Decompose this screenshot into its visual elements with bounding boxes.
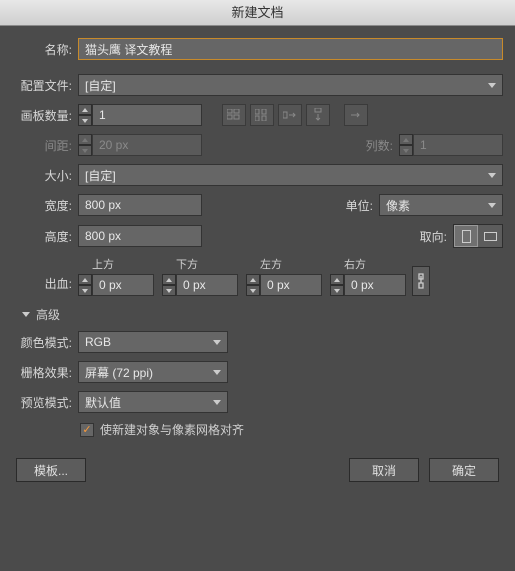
color-mode-label: 颜色模式: bbox=[6, 334, 78, 351]
name-field[interactable] bbox=[78, 38, 503, 60]
orientation-portrait-button[interactable] bbox=[454, 225, 478, 247]
arrange-row-rtl-icon[interactable] bbox=[278, 104, 302, 126]
spacing-label: 间距: bbox=[6, 137, 78, 154]
bleed-left-label: 左方 bbox=[246, 256, 322, 272]
advanced-label: 高级 bbox=[36, 306, 60, 323]
chevron-down-icon bbox=[213, 340, 221, 345]
align-pixel-grid-label: 使新建对象与像素网格对齐 bbox=[100, 421, 244, 438]
columns-stepper bbox=[399, 134, 413, 156]
preview-mode-value: 默认值 bbox=[85, 394, 121, 411]
bleed-right-field[interactable] bbox=[344, 274, 406, 296]
units-label: 单位: bbox=[346, 197, 379, 214]
preview-mode-label: 预览模式: bbox=[6, 394, 78, 411]
cancel-button[interactable]: 取消 bbox=[349, 458, 419, 482]
bleed-bottom-label: 下方 bbox=[162, 256, 238, 272]
profile-label: 配置文件: bbox=[6, 77, 78, 94]
dialog-title: 新建文档 bbox=[0, 0, 515, 26]
spacing-field bbox=[92, 134, 202, 156]
height-field[interactable] bbox=[78, 225, 202, 247]
advanced-toggle[interactable]: 高级 bbox=[22, 306, 509, 323]
bleed-top-field[interactable] bbox=[92, 274, 154, 296]
chevron-down-icon bbox=[488, 173, 496, 178]
spacing-stepper bbox=[78, 134, 92, 156]
artboard-count-label: 画板数量: bbox=[6, 107, 78, 124]
bleed-top-stepper[interactable] bbox=[78, 274, 92, 296]
size-label: 大小: bbox=[6, 167, 78, 184]
height-label: 高度: bbox=[6, 228, 78, 245]
orientation-landscape-button[interactable] bbox=[478, 225, 502, 247]
chevron-down-icon bbox=[488, 83, 496, 88]
bleed-label: 出血: bbox=[6, 275, 78, 296]
chevron-down-icon bbox=[213, 400, 221, 405]
chevron-down-icon bbox=[213, 370, 221, 375]
bleed-left-field[interactable] bbox=[260, 274, 322, 296]
raster-effect-label: 栅格效果: bbox=[6, 364, 78, 381]
artboard-count-field[interactable] bbox=[92, 104, 202, 126]
bleed-top-label: 上方 bbox=[78, 256, 154, 272]
orientation-label: 取向: bbox=[420, 228, 453, 245]
template-button[interactable]: 模板... bbox=[16, 458, 86, 482]
units-value: 像素 bbox=[386, 197, 410, 214]
color-mode-value: RGB bbox=[85, 335, 111, 349]
units-select[interactable]: 像素 bbox=[379, 194, 503, 216]
columns-label: 列数: bbox=[366, 137, 399, 154]
bleed-right-stepper[interactable] bbox=[330, 274, 344, 296]
width-field[interactable] bbox=[78, 194, 202, 216]
columns-field bbox=[413, 134, 503, 156]
bleed-bottom-stepper[interactable] bbox=[162, 274, 176, 296]
width-label: 宽度: bbox=[6, 197, 78, 214]
color-mode-select[interactable]: RGB bbox=[78, 331, 228, 353]
arrange-ltr-icon[interactable] bbox=[344, 104, 368, 126]
arrange-grid-col-icon[interactable] bbox=[250, 104, 274, 126]
raster-effect-value: 屏幕 (72 ppi) bbox=[85, 364, 153, 381]
name-label: 名称: bbox=[6, 41, 78, 58]
bleed-bottom-field[interactable] bbox=[176, 274, 238, 296]
chevron-down-icon bbox=[488, 203, 496, 208]
bleed-right-label: 右方 bbox=[330, 256, 406, 272]
size-value: [自定] bbox=[85, 167, 116, 184]
raster-effect-select[interactable]: 屏幕 (72 ppi) bbox=[78, 361, 228, 383]
ok-button[interactable]: 确定 bbox=[429, 458, 499, 482]
bleed-left-stepper[interactable] bbox=[246, 274, 260, 296]
align-pixel-grid-checkbox[interactable]: ✓ bbox=[80, 423, 94, 437]
artboard-count-stepper[interactable] bbox=[78, 104, 92, 126]
preview-mode-select[interactable]: 默认值 bbox=[78, 391, 228, 413]
arrange-col-down-icon[interactable] bbox=[306, 104, 330, 126]
new-document-dialog: 名称: 配置文件: [自定] 画板数量: 间距: bbox=[0, 26, 515, 494]
link-bleed-icon[interactable] bbox=[412, 266, 430, 296]
disclosure-triangle-icon bbox=[22, 312, 30, 317]
arrange-grid-row-icon[interactable] bbox=[222, 104, 246, 126]
size-select[interactable]: [自定] bbox=[78, 164, 503, 186]
profile-value: [自定] bbox=[85, 77, 116, 94]
profile-select[interactable]: [自定] bbox=[78, 74, 503, 96]
